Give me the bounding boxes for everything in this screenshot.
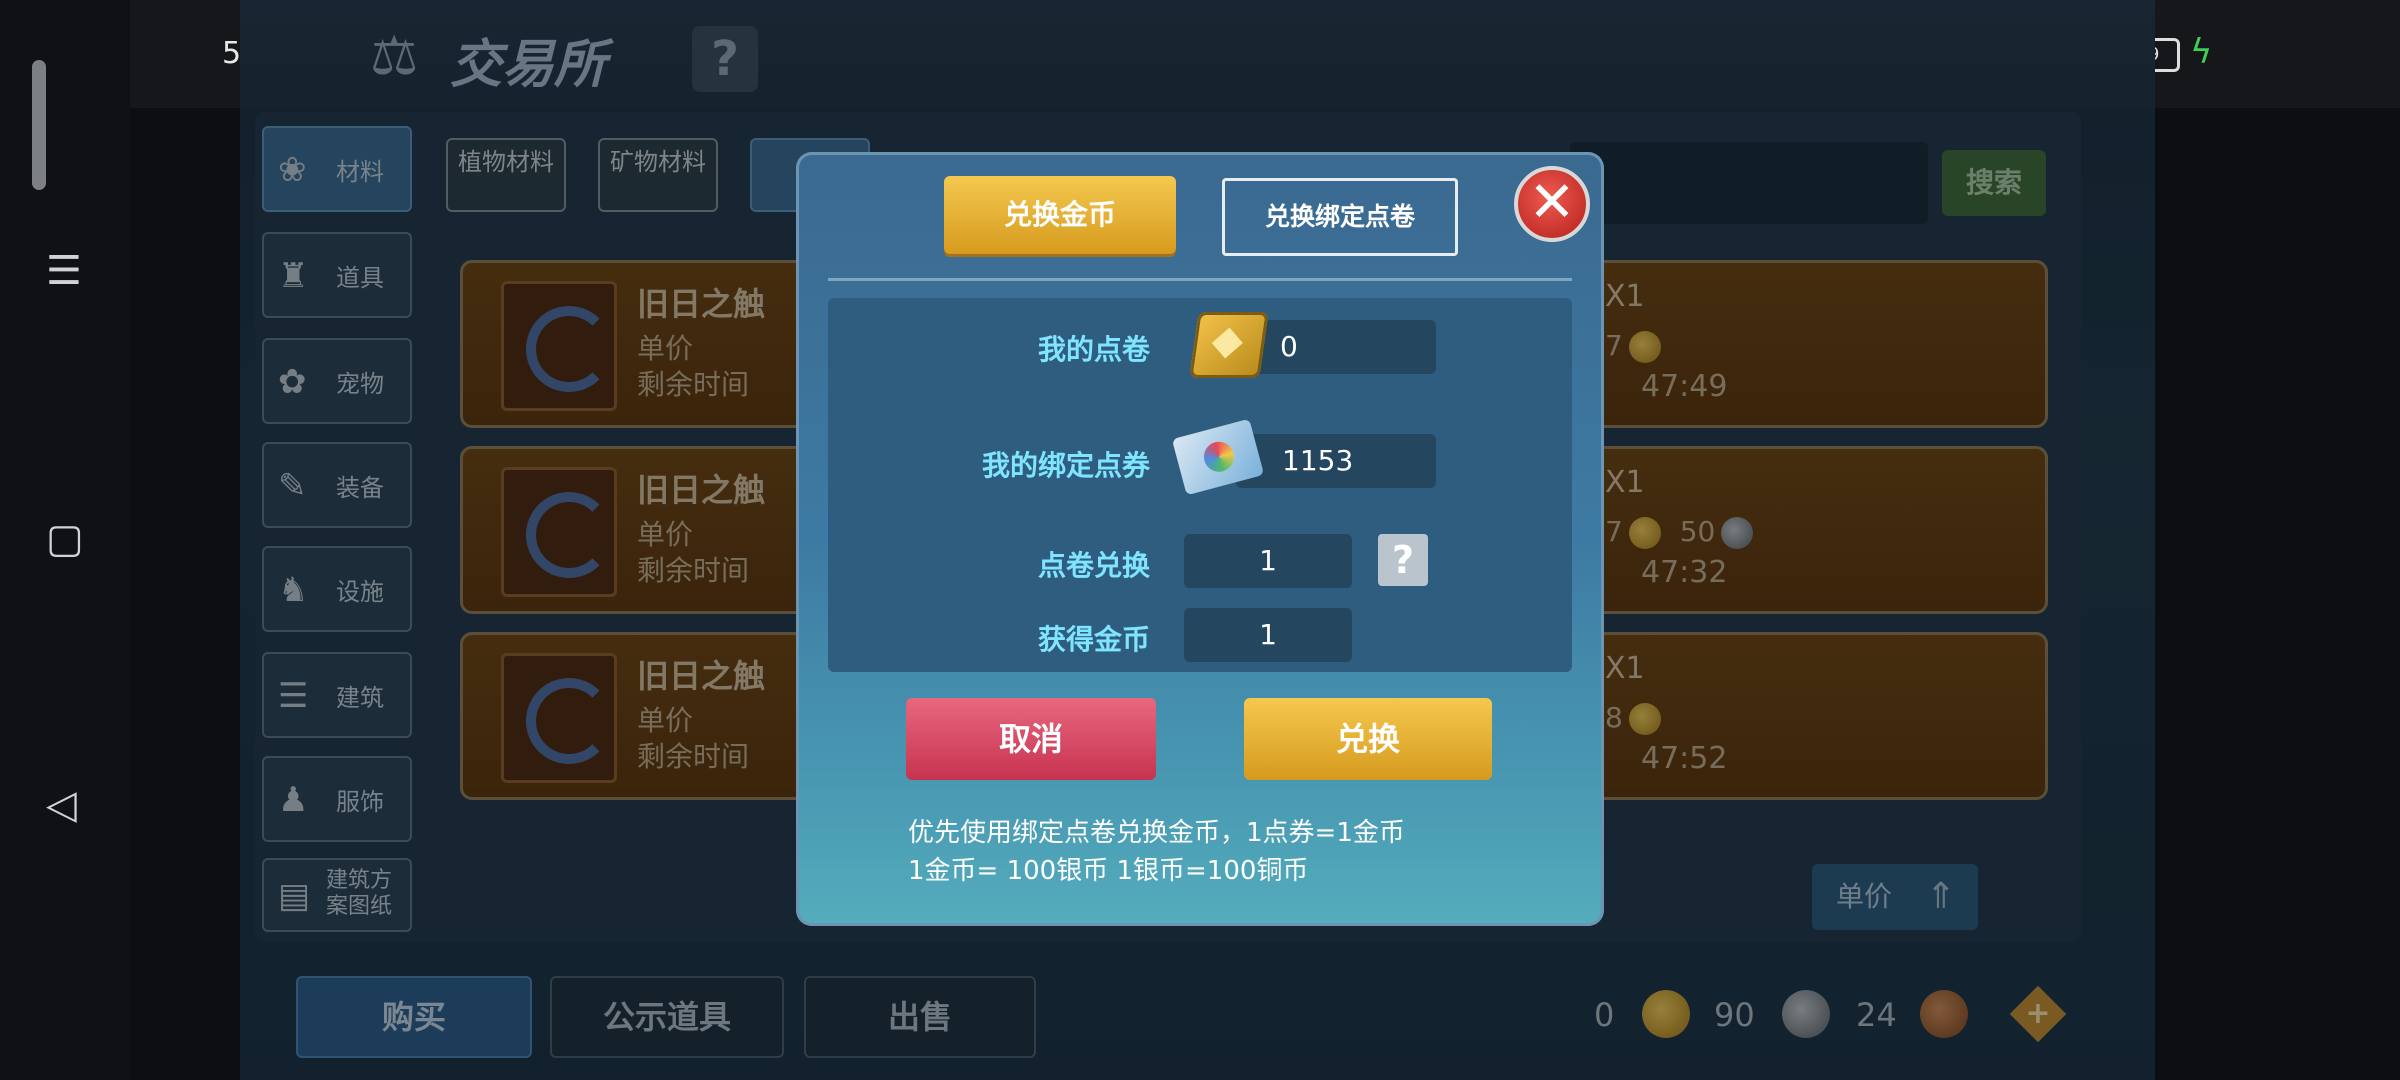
close-icon[interactable]: ✕	[1514, 166, 1590, 242]
divider	[828, 278, 1572, 281]
exchange-help-button[interactable]: ?	[1378, 534, 1428, 586]
exchange-amount-label: 点卷兑换	[1037, 549, 1150, 582]
cancel-button[interactable]: 取消	[906, 698, 1156, 780]
gold-received-label: 获得金币	[1037, 623, 1150, 656]
gold-received-value: 1	[1184, 608, 1352, 662]
menu-icon[interactable]: ☰	[46, 248, 82, 294]
exchange-note-line2: 1金币= 100银币 1银币=100铜币	[908, 856, 1309, 886]
exchange-button[interactable]: 兑换	[1244, 698, 1492, 780]
scroll-handle[interactable]	[32, 60, 46, 190]
my-bound-voucher-label: 我的绑定点券	[981, 449, 1150, 482]
tab-exchange-bound-voucher[interactable]: 兑换绑定点卷	[1222, 178, 1458, 256]
my-bound-voucher-value: 1153	[1236, 434, 1436, 488]
tab-exchange-gold[interactable]: 兑换金币	[944, 176, 1176, 254]
charging-icon: ϟ	[2190, 32, 2213, 72]
my-voucher-label: 我的点卷	[1037, 333, 1150, 366]
voucher-icon	[1189, 312, 1269, 378]
exchange-amount-input[interactable]: 1	[1184, 534, 1352, 588]
back-triangle-icon[interactable]: ◁	[46, 782, 77, 828]
square-icon[interactable]: ▢	[46, 516, 84, 562]
exchange-note-line1: 优先使用绑定点卷兑换金币，1点券=1金币	[908, 818, 1405, 848]
